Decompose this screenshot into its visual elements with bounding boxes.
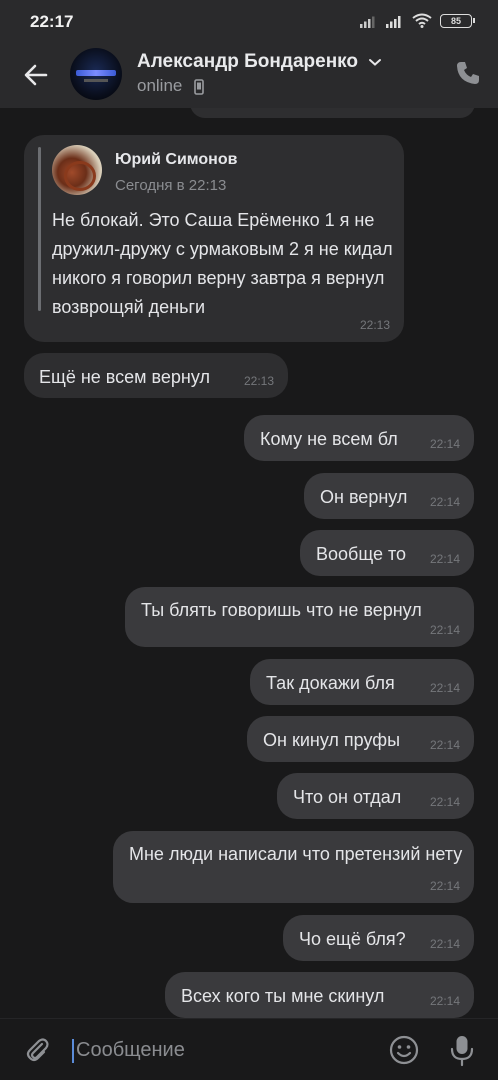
text-cursor <box>72 1039 74 1063</box>
message-time: 22:14 <box>429 937 460 952</box>
contact-status: online <box>137 76 183 95</box>
message-bubble[interactable]: Кому не всем бл 22:14 <box>244 415 474 461</box>
status-time: 22:17 <box>30 12 74 31</box>
message-input[interactable] <box>76 1035 366 1065</box>
previous-message-bubble[interactable] <box>190 108 475 118</box>
back-arrow-icon[interactable] <box>20 59 52 91</box>
emoji-icon[interactable] <box>388 1034 420 1066</box>
message-text: Ещё не всем вернул <box>39 367 210 387</box>
message-text: Так докажи бля <box>266 673 395 693</box>
message-bubble[interactable]: Ты блять говоришь что не вернул 22:14 <box>125 587 474 647</box>
signal-icon <box>386 15 401 28</box>
message-text: Вообще то <box>316 544 407 564</box>
chevron-down-icon[interactable] <box>367 56 383 68</box>
message-text: Он вернул <box>320 487 408 507</box>
status-bar: 22:17 85 <box>0 0 498 42</box>
mobile-phone-icon <box>194 79 204 95</box>
contact-avatar[interactable] <box>70 48 122 100</box>
message-time: 22:14 <box>429 623 460 638</box>
message-time: 22:14 <box>429 552 460 567</box>
forward-indicator-bar <box>38 147 41 311</box>
message-time: 22:14 <box>429 681 460 696</box>
message-time: 22:14 <box>429 795 460 810</box>
message-bubble[interactable]: Мне люди написали что претензий нету 22:… <box>113 831 474 903</box>
message-bubble[interactable]: Так докажи бля 22:14 <box>250 659 474 705</box>
message-text: Мне люди написали что претензий нету <box>129 844 463 864</box>
message-time: 22:14 <box>429 437 460 452</box>
forward-author-name[interactable]: Юрий Симонов <box>115 148 237 173</box>
message-text: Что он отдал <box>293 787 402 807</box>
message-time: 22:14 <box>429 879 460 894</box>
message-bubble[interactable]: Что он отдал 22:14 <box>277 773 474 819</box>
message-text: Он кинул пруфы <box>263 730 401 750</box>
message-text: Всех кого ты мне скинул <box>181 986 385 1006</box>
forward-author-avatar[interactable] <box>52 145 102 195</box>
message-time: 22:14 <box>429 994 460 1009</box>
message-time: 22:13 <box>243 374 274 389</box>
call-icon[interactable] <box>454 59 482 87</box>
message-time: 22:14 <box>429 495 460 510</box>
message-bubble[interactable]: Всех кого ты мне скинул 22:14 <box>165 972 474 1018</box>
signal-icon <box>360 16 375 28</box>
forward-message-text: Не блокай. Это Саша Ерёменко 1 я не друж… <box>52 210 393 317</box>
forwarded-message-bubble[interactable]: Юрий Симонов Сегодня в 22:13 Не блокай. … <box>24 135 404 342</box>
microphone-icon[interactable] <box>447 1033 477 1067</box>
message-bubble[interactable]: Ещё не всем вернул 22:13 <box>24 353 288 398</box>
contact-name[interactable]: Александр Бондаренко <box>137 51 358 73</box>
attach-icon[interactable] <box>22 1035 52 1065</box>
composer-bar <box>0 1018 498 1080</box>
message-text: Кому не всем бл <box>260 429 398 449</box>
battery-icon: 85 <box>440 13 475 28</box>
message-bubble[interactable]: Чо ещё бля? 22:14 <box>283 915 474 961</box>
forward-date: Сегодня в 22:13 <box>115 177 227 194</box>
chat-header: Александр Бондаренко online <box>0 42 498 108</box>
message-bubble[interactable]: Вообще то 22:14 <box>300 530 474 576</box>
status-icons: 85 <box>360 13 475 28</box>
message-list[interactable]: Юрий Симонов Сегодня в 22:13 Не блокай. … <box>0 108 498 1018</box>
wifi-icon <box>412 13 432 28</box>
message-text: Ты блять говоришь что не вернул <box>141 600 422 620</box>
message-bubble[interactable]: Он кинул пруфы 22:14 <box>247 716 474 762</box>
message-text: Чо ещё бля? <box>299 929 406 949</box>
message-bubble[interactable]: Он вернул 22:14 <box>304 473 474 519</box>
message-time: 22:14 <box>429 738 460 753</box>
message-time: 22:13 <box>359 318 390 333</box>
